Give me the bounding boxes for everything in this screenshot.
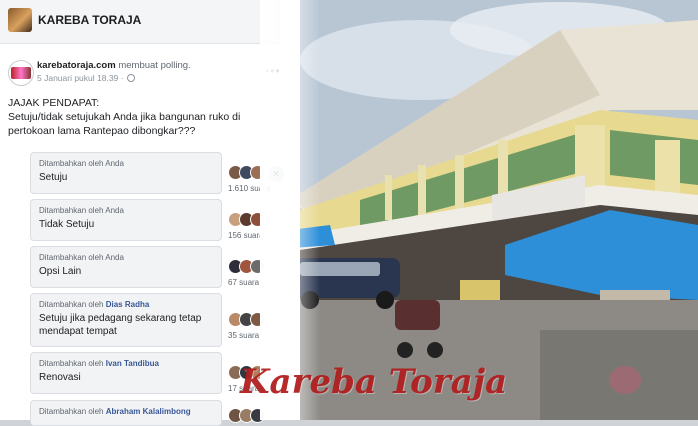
post-text: JAJAK PENDAPAT: Setuju/tidak setujukah A… [8,96,270,138]
added-by: Ditambahkan oleh Anda [39,159,213,168]
added-by: Ditambahkan oleh Ivan Tandibua [39,359,213,368]
group-logo[interactable] [8,8,32,32]
author-avatar[interactable] [8,60,34,86]
panel-fade-overlay [260,0,320,420]
author-logo [11,67,31,79]
watermark-logo: Kareba Toraja [240,362,508,402]
poll-option-label: Tidak Setuju [39,219,95,230]
poll-option-label: Renovasi [39,372,81,383]
author-name[interactable]: karebatoraja.com [37,60,116,71]
added-by-prefix: Ditambahkan oleh [39,253,104,262]
added-by-prefix: Ditambahkan oleh [39,407,104,416]
added-by-name: Anda [105,159,124,168]
post-text-question: Setuju/tidak setujukah Anda jika banguna… [8,111,241,137]
added-by-name[interactable]: Dias Radha [106,300,150,309]
added-by-name: Anda [105,253,124,262]
post-action: membuat polling. [118,60,191,71]
added-by-prefix: Ditambahkan oleh [39,300,104,309]
added-by-prefix: Ditambahkan oleh [39,206,104,215]
added-by: Ditambahkan oleh Anda [39,206,213,215]
vote-count[interactable]: 156 suara [228,231,264,240]
poll-option[interactable]: Ditambahkan oleh Anda Opsi Lain [30,246,222,288]
poll-option[interactable]: Ditambahkan oleh Anda Setuju [30,152,222,194]
poll-option[interactable]: Ditambahkan oleh Anda Tidak Setuju [30,199,222,241]
added-by: Ditambahkan oleh Anda [39,253,213,262]
added-by-name: Anda [105,206,124,215]
poll-option[interactable]: Ditambahkan oleh Dias Radha Setuju jika … [30,293,222,347]
added-by: Ditambahkan oleh Abraham Kalalimbong [39,407,213,416]
vote-count[interactable]: 35 suara [228,331,259,340]
poll-option-label: Setuju [39,172,68,183]
post-header: karebatoraja.com membuat polling. [37,60,191,71]
post-meta: 5 Januari pukul 18.39 · [37,73,135,83]
added-by-name[interactable]: Abraham Kalalimbong [106,407,191,416]
group-header[interactable]: KAREBA TORAJA [0,0,280,44]
poll-option-label: Setuju jika pedagang sekarang tetap mend… [39,313,202,337]
added-by: Ditambahkan oleh Dias Radha [39,300,213,309]
poll-option-label: Opsi Lain [39,266,82,277]
added-by-name[interactable]: Ivan Tandibua [106,359,159,368]
vote-count[interactable]: 67 suara [228,278,259,287]
poll-option[interactable]: Ditambahkan oleh Ivan Tandibua Renovasi [30,352,222,394]
globe-icon [126,74,135,82]
poll-option[interactable]: Ditambahkan oleh Abraham Kalalimbong [30,400,222,426]
post-timestamp[interactable]: 5 Januari pukul 18.39 · [37,73,123,83]
facebook-post-panel: KAREBA TORAJA karebatoraja.com membuat p… [0,0,300,426]
group-name[interactable]: KAREBA TORAJA [38,13,141,27]
added-by-prefix: Ditambahkan oleh [39,359,104,368]
added-by-prefix: Ditambahkan oleh [39,159,104,168]
post-text-heading: JAJAK PENDAPAT: [8,97,100,109]
